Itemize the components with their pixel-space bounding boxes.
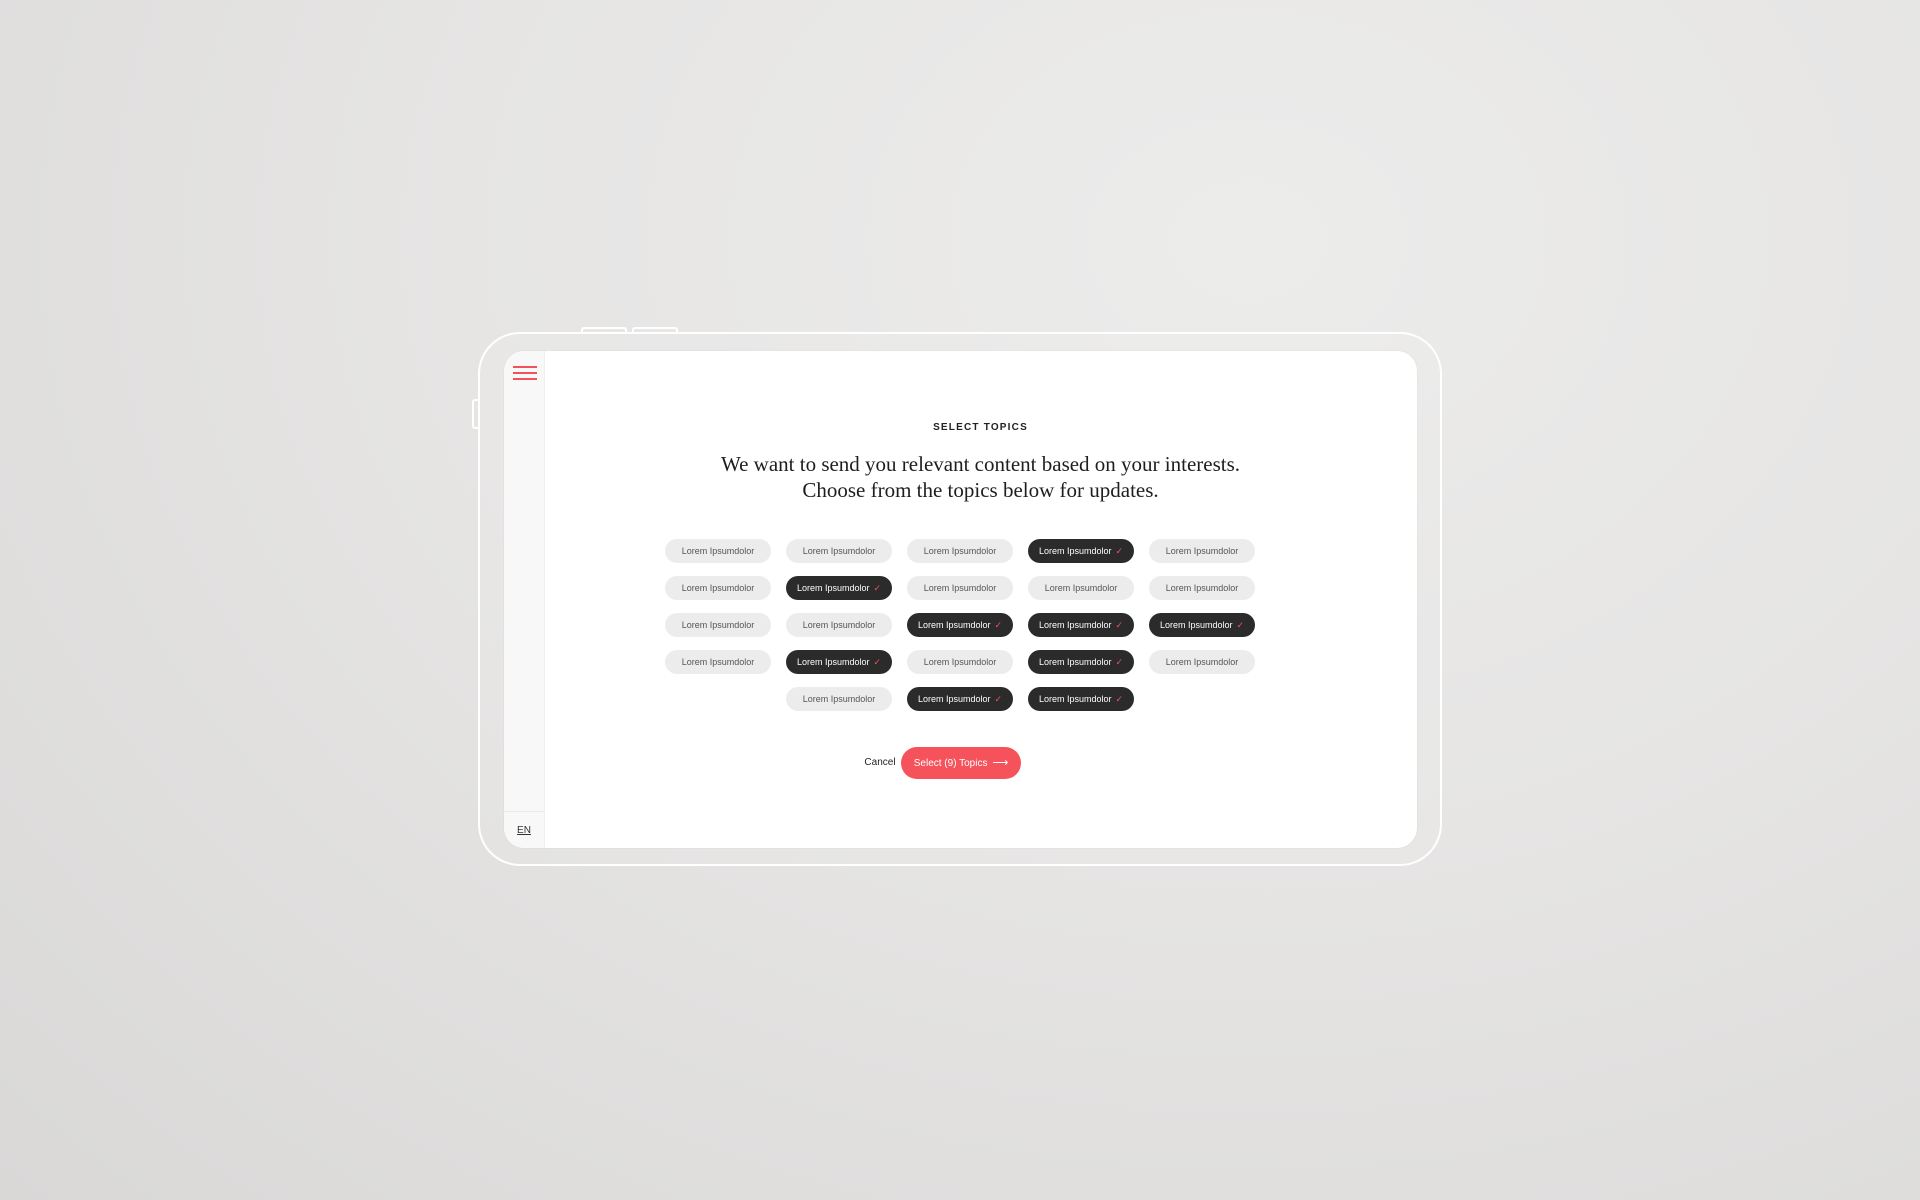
topic-chip[interactable]: Lorem Ipsumdolor✓ (1028, 613, 1134, 637)
topic-chip-label: Lorem Ipsumdolor (797, 583, 870, 593)
topic-chip-label: Lorem Ipsumdolor (681, 546, 755, 556)
topic-chip[interactable]: Lorem Ipsumdolor✓ (907, 576, 1013, 600)
topic-chip[interactable]: Lorem Ipsumdolor✓ (907, 539, 1013, 563)
topic-chip[interactable]: Lorem Ipsumdolor✓ (907, 687, 1013, 711)
page-eyebrow: SELECT TOPICS (933, 422, 1028, 433)
topic-chip-label: Lorem Ipsumdolor (918, 620, 991, 630)
rail-divider (504, 811, 544, 812)
topic-chip-label: Lorem Ipsumdolor (681, 657, 755, 667)
topic-chip[interactable]: Lorem Ipsumdolor✓ (665, 650, 771, 674)
language-switcher[interactable]: EN (504, 825, 544, 836)
checkmark-icon: ✓ (1236, 620, 1244, 630)
topic-chip-label: Lorem Ipsumdolor (918, 694, 991, 704)
topic-chip-label: Lorem Ipsumdolor (1039, 657, 1112, 667)
topic-chip[interactable]: Lorem Ipsumdolor✓ (786, 650, 892, 674)
checkmark-icon: ✓ (1115, 694, 1123, 704)
checkmark-icon: ✓ (873, 657, 881, 667)
menu-line (513, 366, 537, 368)
topic-chip[interactable]: Lorem Ipsumdolor✓ (665, 539, 771, 563)
topic-chip[interactable]: Lorem Ipsumdolor✓ (1149, 650, 1255, 674)
topic-chip[interactable]: Lorem Ipsumdolor✓ (786, 613, 892, 637)
arrow-right-icon: ⟶ (992, 757, 1009, 769)
topic-chip-label: Lorem Ipsumdolor (681, 583, 755, 593)
checkmark-icon: ✓ (994, 694, 1002, 704)
topic-chip[interactable]: Lorem Ipsumdolor✓ (1149, 539, 1255, 563)
topic-chip[interactable]: Lorem Ipsumdolor✓ (1149, 576, 1255, 600)
topic-chip-label: Lorem Ipsumdolor (1165, 546, 1239, 556)
checkmark-icon: ✓ (1115, 546, 1123, 556)
topic-chip-label: Lorem Ipsumdolor (797, 657, 870, 667)
topic-chip-label: Lorem Ipsumdolor (923, 657, 997, 667)
topic-chip-label: Lorem Ipsumdolor (1165, 583, 1239, 593)
select-topics-button[interactable]: Select (9) Topics ⟶ (901, 747, 1021, 779)
topic-chip-label: Lorem Ipsumdolor (802, 620, 876, 630)
action-bar: Cancel Select (9) Topics ⟶ (504, 747, 1417, 779)
topic-chip[interactable]: Lorem Ipsumdolor✓ (1028, 650, 1134, 674)
topic-chip-label: Lorem Ipsumdolor (1039, 546, 1112, 556)
topic-chip[interactable]: Lorem Ipsumdolor✓ (665, 613, 771, 637)
topic-chip[interactable]: Lorem Ipsumdolor✓ (1149, 613, 1255, 637)
topic-chip[interactable]: Lorem Ipsumdolor✓ (665, 576, 771, 600)
topic-chip-label: Lorem Ipsumdolor (1160, 620, 1233, 630)
topic-chip-label: Lorem Ipsumdolor (1039, 620, 1112, 630)
topic-chip[interactable]: Lorem Ipsumdolor✓ (786, 687, 892, 711)
menu-line (513, 378, 537, 380)
topic-chip[interactable]: Lorem Ipsumdolor✓ (1028, 687, 1134, 711)
topic-chip-label: Lorem Ipsumdolor (802, 546, 876, 556)
topic-chip-label: Lorem Ipsumdolor (1165, 657, 1239, 667)
topic-chip[interactable]: Lorem Ipsumdolor✓ (786, 539, 892, 563)
topic-chip[interactable]: Lorem Ipsumdolor✓ (1028, 539, 1134, 563)
topic-chip-label: Lorem Ipsumdolor (923, 546, 997, 556)
tablet-screen: EN SELECT TOPICS We want to send you rel… (504, 351, 1417, 848)
topic-chip-label: Lorem Ipsumdolor (681, 620, 755, 630)
topic-chip[interactable]: Lorem Ipsumdolor✓ (907, 650, 1013, 674)
topic-chip[interactable]: Lorem Ipsumdolor✓ (786, 576, 892, 600)
checkmark-icon: ✓ (994, 620, 1002, 630)
topic-chip-label: Lorem Ipsumdolor (923, 583, 997, 593)
menu-line (513, 372, 537, 374)
topic-chip-label: Lorem Ipsumdolor (802, 694, 876, 704)
topic-chip[interactable]: Lorem Ipsumdolor✓ (1028, 576, 1134, 600)
topic-chip-label: Lorem Ipsumdolor (1044, 583, 1118, 593)
checkmark-icon: ✓ (1115, 620, 1123, 630)
headline-line-1: We want to send you relevant content bas… (720, 452, 1241, 476)
select-topics-label: Select (9) Topics (913, 758, 988, 769)
topic-chip-label: Lorem Ipsumdolor (1039, 694, 1112, 704)
topic-chip[interactable]: Lorem Ipsumdolor✓ (907, 613, 1013, 637)
hamburger-menu-icon[interactable] (513, 364, 537, 382)
checkmark-icon: ✓ (873, 583, 881, 593)
page-headline: We want to send you relevant content bas… (544, 451, 1417, 503)
checkmark-icon: ✓ (1115, 657, 1123, 667)
headline-line-2: Choose from the topics below for updates… (802, 478, 1159, 502)
